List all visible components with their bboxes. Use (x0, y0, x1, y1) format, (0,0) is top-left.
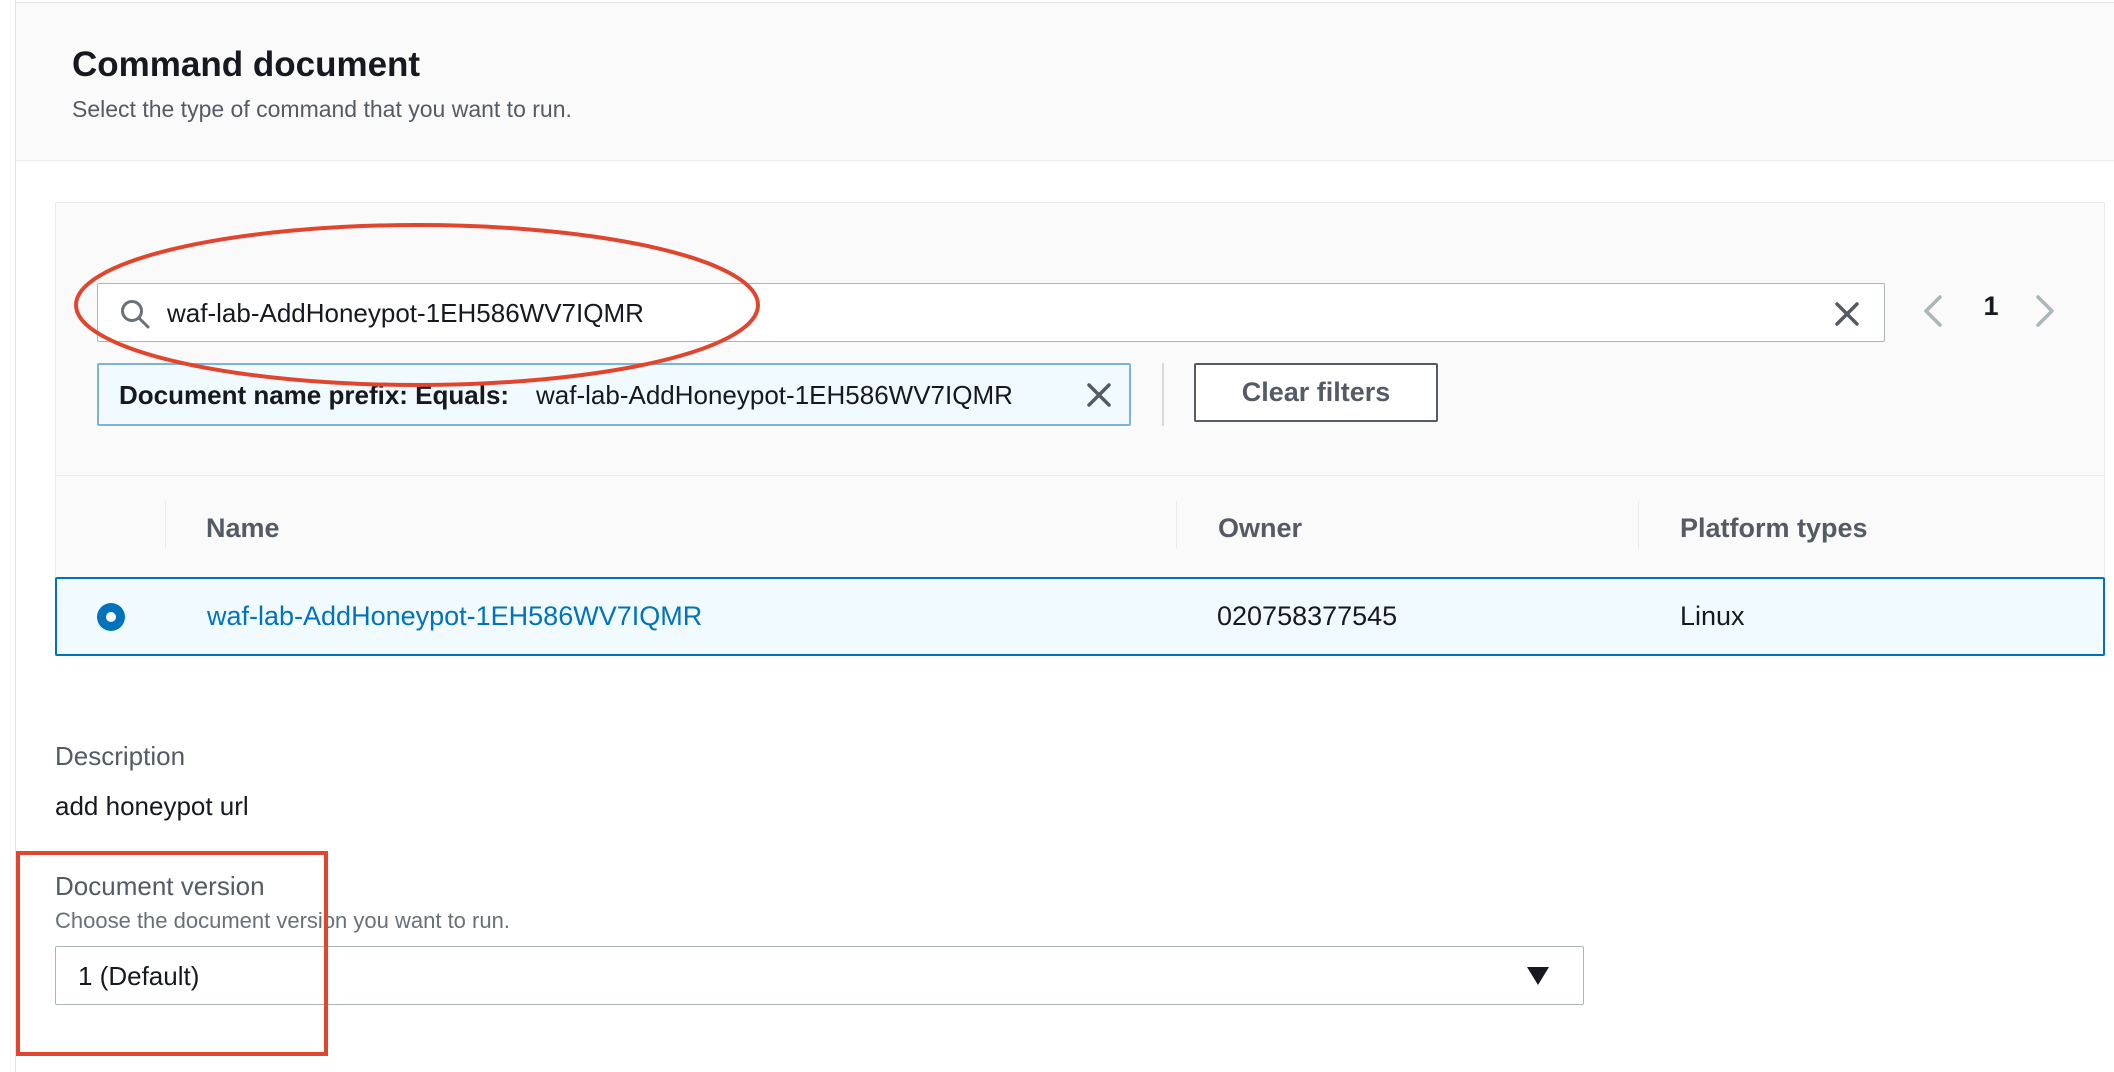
search-icon (121, 300, 150, 329)
clear-filters-button[interactable]: Clear filters (1194, 363, 1438, 422)
page: Command document Select the type of comm… (0, 0, 2114, 1072)
document-version-label: Document version (55, 871, 265, 901)
document-version-select[interactable]: 1 (Default) (55, 946, 1584, 1005)
page-number[interactable]: 1 (1976, 291, 2006, 322)
filter-token-value: waf-lab-AddHoneypot-1EH586WV7IQMR (536, 380, 1013, 410)
document-name-link[interactable]: waf-lab-AddHoneypot-1EH586WV7IQMR (207, 601, 702, 632)
filter-token-label: Document name prefix: Equals: (119, 380, 510, 410)
column-divider (1176, 501, 1177, 549)
column-divider (165, 501, 166, 549)
column-divider (1638, 501, 1639, 549)
document-owner: 020758377545 (1217, 601, 1398, 631)
document-platform: Linux (1680, 601, 1745, 631)
column-header-name[interactable]: Name (206, 513, 280, 544)
section-subtitle: Select the type of command that you want… (72, 96, 572, 122)
chevron-left-icon[interactable] (1916, 291, 1950, 331)
table-header: Name Owner Platform types (56, 477, 2104, 577)
close-icon[interactable] (1083, 379, 1115, 411)
section-title: Command document (72, 45, 421, 84)
close-icon[interactable] (1830, 297, 1864, 331)
caret-down-icon (1527, 967, 1549, 985)
search-value: waf-lab-AddHoneypot-1EH586WV7IQMR (167, 298, 644, 328)
column-header-owner[interactable]: Owner (1218, 513, 1302, 544)
documents-table: waf-lab-AddHoneypot-1EH586WV7IQMR 1 Docu… (55, 202, 2105, 656)
row-radio-button[interactable] (97, 603, 125, 631)
filter-token: Document name prefix: Equals: waf-lab-Ad… (97, 363, 1131, 426)
pagination: 1 (1916, 281, 2066, 341)
filter-divider (1162, 363, 1164, 426)
filter-area: waf-lab-AddHoneypot-1EH586WV7IQMR 1 Docu… (56, 203, 2104, 476)
section-header: Command document Select the type of comm… (16, 3, 2114, 161)
description-label: Description (55, 741, 186, 771)
radio-selected-dot (106, 612, 116, 622)
document-version-value: 1 (Default) (78, 961, 200, 991)
search-input[interactable]: waf-lab-AddHoneypot-1EH586WV7IQMR (97, 283, 1885, 342)
table-row[interactable]: waf-lab-AddHoneypot-1EH586WV7IQMR 020758… (55, 577, 2105, 656)
column-header-platform[interactable]: Platform types (1680, 513, 1868, 544)
chevron-right-icon[interactable] (2028, 291, 2062, 331)
description-value: add honeypot url (55, 791, 249, 821)
document-version-hint: Choose the document version you want to … (55, 908, 510, 933)
